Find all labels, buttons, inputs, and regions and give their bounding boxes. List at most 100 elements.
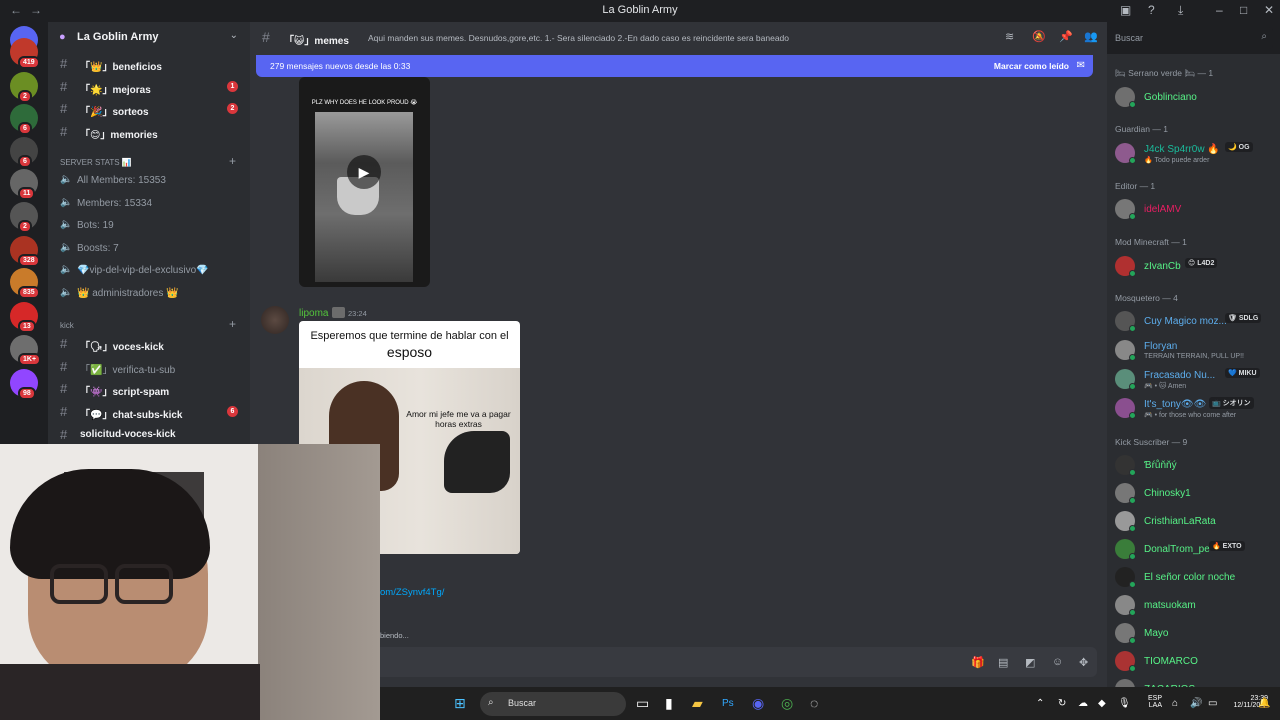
video-attachment[interactable]: PLZ WHY DOES HE LOOK PROUD 😭 ▶: [299, 77, 430, 287]
member-item[interactable]: Mayo: [1107, 620, 1280, 646]
member-item[interactable]: matsuokam: [1107, 592, 1280, 618]
gif-icon[interactable]: ▤: [998, 656, 1008, 669]
new-messages-bar[interactable]: 279 mensajes nuevos desde las 0:33 Marca…: [256, 55, 1093, 77]
member-item[interactable]: DonalTrom_pe 🔥 EXTO: [1107, 536, 1280, 562]
member-name: CristhianLaRata: [1144, 516, 1216, 527]
voice-channel-item[interactable]: 🔈 💎vip-del-vip-del-exclusivo💎: [48, 260, 250, 282]
hash-icon: #: [60, 124, 68, 139]
channel-item[interactable]: # solicitud-voces-kick: [48, 424, 250, 446]
notification-icon[interactable]: 🔔: [1258, 698, 1270, 709]
pin-icon[interactable]: 📌: [1059, 30, 1073, 43]
chevron-up-icon[interactable]: ⌃: [1036, 698, 1044, 709]
server-icon: ●: [59, 31, 66, 43]
status-indicator: [1129, 325, 1136, 332]
member-item[interactable]: CristhianLaRata: [1107, 508, 1280, 534]
channel-item[interactable]: # 「😊」memories: [48, 121, 250, 143]
add-channel-icon[interactable]: +: [229, 317, 236, 331]
speaker-icon: 🔈: [60, 242, 73, 253]
voice-channel-item[interactable]: 🔈 Bots: 19: [48, 215, 250, 237]
channel-item[interactable]: # 「💬」chat-subs-kick 6: [48, 401, 250, 423]
photoshop-icon[interactable]: Ps: [722, 698, 734, 709]
inbox-icon[interactable]: ▣: [1120, 3, 1131, 17]
member-name: J4ck Sp4rr0w 🔥: [1144, 144, 1220, 155]
unread-badge: 13: [18, 320, 36, 333]
mark-read-button[interactable]: Marcar como leído: [994, 61, 1069, 71]
channel-item[interactable]: # 「👾」script-spam: [48, 378, 250, 400]
voice-channel-item[interactable]: 🔈 All Members: 15353: [48, 170, 250, 192]
voice-channel-item[interactable]: 🔈 👑 administradores 👑: [48, 283, 250, 305]
members-icon[interactable]: 👥: [1084, 30, 1098, 43]
message-link[interactable]: om/ZSynvf4Tg/: [380, 587, 444, 598]
member-name: Mayo: [1144, 628, 1169, 639]
discord-icon[interactable]: ◉: [752, 695, 764, 712]
voice-channel-item[interactable]: 🔈 Members: 15334: [48, 193, 250, 215]
task-view-icon[interactable]: ▭: [636, 695, 649, 712]
maximize-icon[interactable]: □: [1240, 3, 1247, 17]
member-item[interactable]: Chinosky1: [1107, 480, 1280, 506]
sticker-icon[interactable]: ◩: [1025, 656, 1035, 669]
member-item[interactable]: Floryan TERRAIN TERRAIN, PULL UP!!: [1107, 337, 1280, 363]
channel-item[interactable]: # 「🌟」mejoras 1: [48, 76, 250, 98]
chrome-icon[interactable]: ◎: [781, 695, 793, 712]
download-icon[interactable]: ⤓: [1178, 3, 1183, 18]
play-icon[interactable]: ▶: [347, 155, 381, 189]
member-item[interactable]: TIOMARCO: [1107, 648, 1280, 674]
file-explorer-icon[interactable]: ▰: [692, 695, 703, 712]
close-icon[interactable]: ✕: [1264, 3, 1274, 17]
member-item[interactable]: J4ck Sp4rr0w 🔥 🔥 Todo puede arder 🌙 OG: [1107, 140, 1280, 166]
network-icon[interactable]: ⌂: [1172, 698, 1178, 709]
voice-channel-item[interactable]: 🔈 Boosts: 7: [48, 238, 250, 260]
member-item[interactable]: Goblinciano: [1107, 84, 1280, 110]
volume-icon[interactable]: 🔊: [1190, 698, 1202, 709]
meme-text-bottom: esposo: [386, 344, 433, 360]
microphone-icon[interactable]: 🎙: [1118, 698, 1131, 709]
app-icon[interactable]: ▮: [665, 695, 673, 712]
avatar[interactable]: [261, 306, 289, 334]
voice-channel-label: All Members: 15353: [77, 175, 166, 186]
add-channel-icon[interactable]: +: [229, 154, 236, 168]
channel-topic[interactable]: Aqui manden sus memes. Desnudos,gore,etc…: [368, 33, 789, 43]
member-name: Floryan: [1144, 341, 1178, 352]
status-indicator: [1129, 637, 1136, 644]
message-author[interactable]: lipoma: [299, 308, 328, 319]
gift-icon[interactable]: 🎁: [971, 656, 985, 669]
voice-channel-label: Bots: 19: [77, 220, 114, 231]
member-item[interactable]: It's_tony👁👁 🎮 • for those who come after 📺…: [1107, 395, 1280, 421]
kick-category[interactable]: kick: [60, 321, 74, 330]
language-indicator[interactable]: ESP LAA: [1142, 695, 1162, 709]
taskbar-search[interactable]: ⌕ Buscar: [480, 692, 626, 716]
channel-item[interactable]: # 「✅」verifica-tu-sub: [48, 356, 250, 378]
mute-icon[interactable]: 🔕: [1032, 30, 1046, 43]
start-icon[interactable]: ⊞: [454, 695, 466, 712]
app-icon-2[interactable]: ◌: [810, 695, 818, 711]
member-item[interactable]: zIvanCb 😊 L4D2: [1107, 253, 1280, 279]
member-name: matsuokam: [1144, 600, 1196, 611]
server-header[interactable]: ● La Goblin Army ⌄: [48, 22, 250, 54]
mention-badge: 6: [227, 406, 238, 417]
apps-icon[interactable]: ✥: [1079, 656, 1088, 669]
help-icon[interactable]: ?: [1148, 3, 1155, 17]
voice-channel-label: Boosts: 7: [77, 243, 119, 254]
chevron-down-icon[interactable]: ⌄: [230, 30, 238, 41]
tray-app-icon[interactable]: ◆: [1098, 698, 1106, 709]
server-stats-category[interactable]: SERVER STATS 📊: [60, 158, 132, 167]
channel-item[interactable]: # 「🗣」voces-kick: [48, 333, 250, 355]
battery-icon[interactable]: ▭: [1208, 698, 1217, 709]
member-item[interactable]: El señor color noche: [1107, 564, 1280, 590]
member-item[interactable]: idelAMV: [1107, 196, 1280, 222]
emoji-icon[interactable]: ☺: [1052, 656, 1063, 668]
message-composer[interactable]: 🎁 ▤ ◩ ☺ ✥: [263, 647, 1097, 677]
channel-item[interactable]: # 「🎉」sorteos 2: [48, 98, 250, 120]
member-item[interactable]: Fracasado Nu... 🎮 • 🐱 Amen 💙 MIKU: [1107, 366, 1280, 392]
search-input[interactable]: Buscar ⌕: [1107, 27, 1273, 49]
minimize-icon[interactable]: –: [1216, 3, 1223, 17]
cloud-icon[interactable]: ☁: [1078, 698, 1088, 709]
threads-icon[interactable]: ≋: [1005, 30, 1014, 43]
unread-badge: 2: [18, 220, 32, 233]
member-item[interactable]: Cuy Magico moz... 🛡 SDLG: [1107, 308, 1280, 334]
tray-icon[interactable]: ↻: [1058, 698, 1066, 709]
title-bar: ← → La Goblin Army ▣ ? ⤓ – □ ✕: [0, 0, 1280, 22]
guild-tag-badge: 🔥 EXTO: [1209, 541, 1245, 551]
member-item[interactable]: Ɓŕůňňý: [1107, 452, 1280, 478]
channel-item[interactable]: # 「👑」beneficios: [48, 53, 250, 75]
